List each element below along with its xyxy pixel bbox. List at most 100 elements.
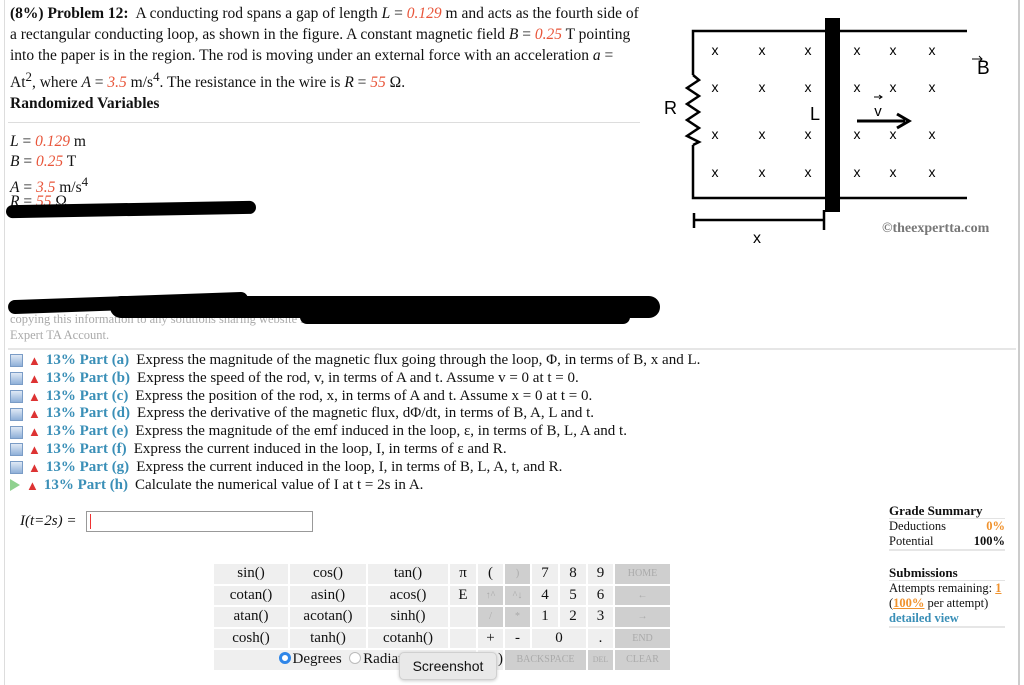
key-button[interactable]: 6 [586, 583, 615, 607]
problem-text: A conducting rod spans a gap of length [135, 5, 382, 22]
key-button[interactable]: cosh() [212, 626, 290, 650]
part-row[interactable]: ▲ 13% Part (b) Express the speed of the ro… [10, 370, 700, 388]
key-button[interactable]: ← [613, 583, 672, 607]
key-button[interactable]: - [503, 626, 532, 650]
collapse-box-icon[interactable] [10, 407, 23, 421]
key-button[interactable]: E [448, 583, 478, 607]
part-row[interactable]: ▲ 13% Part (e) Express the magnitude of th… [10, 423, 700, 441]
velocity-arrow [857, 112, 912, 130]
randomized-variables-heading: Randomized Variables [10, 95, 160, 112]
b-field-cross: x [805, 79, 812, 95]
degrees-radio[interactable] [278, 652, 291, 665]
radians-radio[interactable] [349, 652, 362, 665]
key-button[interactable]: 0 [530, 626, 588, 650]
collapse-box-icon[interactable] [10, 461, 23, 475]
key-button[interactable]: HOME [613, 562, 672, 586]
part-row[interactable]: ▲ 13% Part (g) Express the current induced… [10, 459, 700, 477]
key-button[interactable]: cotan() [212, 583, 290, 607]
collapse-box-icon[interactable] [10, 372, 23, 386]
screenshot-tooltip: Screenshot [399, 652, 497, 680]
key-button[interactable]: 7 [530, 562, 560, 586]
b-field-cross: x [854, 79, 861, 95]
warning-icon: ▲ [28, 370, 41, 386]
key-button[interactable]: 3 [586, 605, 615, 629]
key-button[interactable]: tan() [366, 562, 450, 586]
collapse-box-icon[interactable] [10, 425, 23, 439]
key-button[interactable]: ^↓ [503, 583, 532, 607]
b-field-cross: x [759, 126, 766, 142]
variable-row: L = 0.129 m [10, 133, 86, 150]
b-field-cross: x [854, 164, 861, 180]
key-button[interactable]: cotanh() [366, 626, 450, 650]
b-field-cross: x [890, 164, 897, 180]
key-button[interactable]: atan() [212, 605, 290, 629]
collapse-box-icon[interactable] [10, 389, 23, 403]
part-row[interactable]: ▲ 13% Part (d) Express the derivative of t… [10, 405, 700, 423]
b-field-cross: x [854, 42, 861, 58]
key-button[interactable]: ↑^ [476, 583, 505, 607]
problem-text: Ω. [385, 74, 406, 92]
part-label: 13% Part (e) [45, 423, 129, 440]
key-button[interactable]: tanh() [288, 626, 368, 650]
b-field-cross: x [805, 126, 812, 142]
key-button[interactable]: . [586, 626, 615, 650]
divider [8, 122, 640, 123]
b-field-cross: x [759, 42, 766, 58]
key-button[interactable]: 9 [586, 562, 615, 586]
degrees-label: Degrees [292, 651, 342, 668]
warning-icon: ▲ [28, 441, 41, 457]
b-field-cross: x [890, 126, 897, 142]
key-button[interactable]: 5 [558, 583, 588, 607]
key-button[interactable]: ) [503, 562, 532, 586]
var-symbol: R [344, 74, 354, 92]
v-vector-arrow [874, 94, 883, 100]
key-button[interactable] [448, 626, 478, 650]
answer-input[interactable] [86, 511, 313, 532]
b-field-cross: x [929, 164, 936, 180]
potential-row: Potential 100% [889, 534, 1005, 551]
warning-icon: ▲ [26, 477, 39, 493]
key-button[interactable]: + [476, 626, 505, 650]
key-button[interactable]: acotan() [288, 605, 368, 629]
key-button[interactable]: → [613, 605, 672, 629]
key-button[interactable]: 1 [530, 605, 560, 629]
backspace-button[interactable]: BACKSPACE [503, 648, 588, 672]
part-text: Express the magnitude of the magnetic fl… [136, 352, 701, 368]
key-button[interactable]: 2 [558, 605, 588, 629]
del-button[interactable]: DEL [586, 648, 615, 672]
key-button[interactable]: π [448, 562, 478, 586]
part-label: 13% Part (g) [45, 458, 130, 475]
part-text: Express the magnitude of the emf induced… [135, 423, 627, 440]
key-button[interactable]: 4 [530, 583, 560, 607]
per-attempt-row: (100% per attempt) [889, 596, 1005, 611]
part-row[interactable]: ▲ 13% Part (h) Calculate the numerical val… [10, 477, 700, 495]
collapse-box-icon[interactable] [10, 354, 23, 368]
velocity-label: v [874, 103, 882, 120]
key-button[interactable]: sinh() [366, 605, 450, 629]
part-row[interactable]: ▲ 13% Part (a) Express the magnitude of th… [10, 352, 700, 370]
key-button[interactable]: 8 [558, 562, 588, 586]
play-icon[interactable] [10, 479, 20, 492]
key-button[interactable] [448, 605, 478, 629]
attempts-label: Attempts remaining: [889, 581, 996, 595]
key-button[interactable]: sin() [212, 562, 290, 586]
key-button[interactable]: acos() [366, 583, 450, 607]
key-button[interactable]: / [476, 605, 505, 629]
collapse-box-icon[interactable] [10, 443, 23, 457]
part-text: Express the speed of the rod, v, in term… [137, 369, 579, 386]
variable-row: A = 3.5 m/s4 [10, 174, 89, 197]
key-button[interactable]: * [503, 605, 532, 629]
clear-button[interactable]: CLEAR [613, 648, 672, 672]
part-text: Calculate the numerical value of I at t … [135, 476, 424, 493]
key-button[interactable]: asin() [288, 583, 368, 607]
per-attempt-label: per attempt) [924, 596, 989, 610]
var-value: 0.25 [35, 153, 64, 170]
rod-length-label: L [810, 104, 820, 124]
key-button[interactable]: cos() [288, 562, 368, 586]
redaction-scribble [300, 310, 630, 324]
part-row[interactable]: ▲ 13% Part (c) Express the position of the… [10, 388, 700, 406]
key-button[interactable]: ( [476, 562, 505, 586]
detailed-view-link[interactable]: detailed view [889, 611, 959, 625]
part-row[interactable]: ▲ 13% Part (f) Express the current induced… [10, 441, 700, 459]
key-button[interactable]: END [613, 626, 672, 650]
